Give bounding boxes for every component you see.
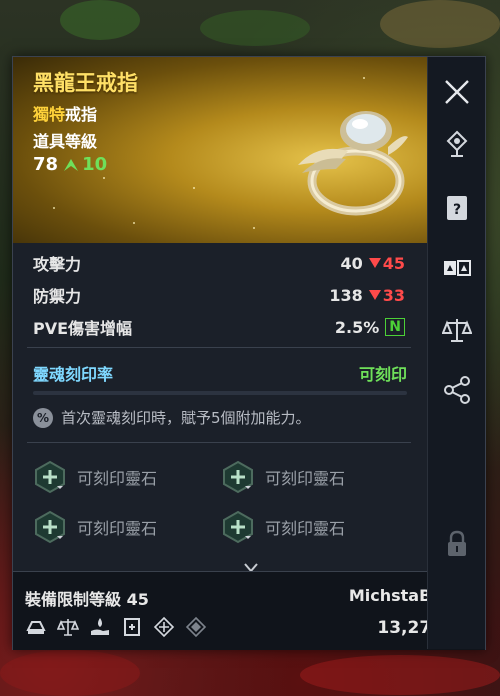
- ingot-icon: [26, 621, 46, 634]
- diamond-outline-icon: [185, 616, 207, 638]
- gem-slot[interactable]: 可刻印靈石: [33, 510, 157, 544]
- equip-level-requirement: 裝備限制等級 45: [25, 590, 149, 609]
- share-button[interactable]: [428, 365, 485, 415]
- scales-icon: [441, 319, 472, 342]
- item-name: 黑龍王戒指: [33, 71, 138, 95]
- stat-value: 2.5%: [334, 317, 380, 337]
- stat-row-attack: 攻擊力 40 45: [13, 247, 427, 279]
- tooltip-footer: 裝備限制等級 45 MichstaBeMic 13,276: [13, 571, 485, 650]
- gem-slot[interactable]: 可刻印靈石: [33, 460, 157, 494]
- gem-slot-label: 可刻印靈石: [265, 519, 346, 538]
- stat-change-value: 33: [382, 285, 405, 305]
- divider: [27, 442, 411, 443]
- background-foliage: [200, 10, 310, 46]
- soul-engrave-status: 可刻印: [358, 365, 407, 384]
- soul-engrave-info-text: 首次靈魂刻印時，賦予5個附加能力。: [61, 409, 311, 427]
- stat-change-down: 45: [368, 253, 405, 273]
- diamond-cross-icon: [153, 616, 175, 638]
- soul-engrave-info: % 首次靈魂刻印時，賦予5個附加能力。: [33, 407, 311, 428]
- item-rarity: 獨特: [33, 105, 66, 124]
- stat-name: 防禦力: [33, 287, 82, 306]
- location-pin-icon: [446, 130, 467, 157]
- gem-slot-icon: [35, 510, 65, 544]
- arrow-down-icon: [368, 258, 381, 268]
- background-flowers: [300, 655, 500, 695]
- background-flowers: [0, 650, 140, 696]
- stat-change-value: 45: [382, 253, 405, 273]
- arrow-up-icon: [64, 158, 79, 171]
- divider: [27, 347, 411, 348]
- new-stat-badge: N: [385, 318, 405, 336]
- stat-row-defense: 防禦力 138 33: [13, 279, 427, 311]
- gem-slot-icon: [223, 460, 253, 494]
- hand-drop-icon: [91, 618, 109, 635]
- soul-engrave-bar: [33, 391, 407, 395]
- gem-slot-icon: [35, 460, 65, 494]
- item-property-icons: [25, 616, 207, 638]
- item-level: 78 10: [33, 154, 107, 175]
- compare-button[interactable]: [428, 243, 485, 293]
- svg-text:?: ?: [452, 202, 460, 218]
- percent-icon: %: [33, 407, 53, 428]
- stat-row-pve-damage: PVE傷害增幅 2.5% N: [13, 311, 427, 343]
- arrow-down-icon: [368, 290, 381, 300]
- gem-slot-icon: [223, 510, 253, 544]
- item-header: 黑龍王戒指 獨特戒指 道具等級 78 10: [13, 57, 427, 243]
- close-icon: [444, 80, 469, 104]
- background-foliage: [380, 0, 500, 48]
- item-info-button[interactable]: ?: [428, 183, 485, 233]
- stat-change-down: 33: [368, 285, 405, 305]
- stat-value: 138: [329, 285, 363, 305]
- tooltip-sidebar: ?: [427, 57, 485, 649]
- stat-name: 攻擊力: [33, 255, 82, 274]
- soul-engrave-row: 靈魂刻印率 可刻印: [33, 361, 413, 385]
- locate-button[interactable]: [428, 119, 485, 169]
- item-type: 獨特戒指: [33, 101, 97, 125]
- lock-icon: [447, 530, 466, 556]
- item-level-up: 10: [64, 154, 107, 175]
- stats-section: 攻擊力 40 45 防禦力 138 33 PVE傷害增幅 2.5% N: [13, 243, 427, 343]
- background-foliage: [60, 0, 140, 40]
- item-tooltip-panel: 黑龍王戒指 獨特戒指 道具等級 78 10 攻擊力 40 45 防禦力 138 …: [12, 56, 486, 650]
- item-level-label: 道具等級: [33, 132, 98, 151]
- item-category: 戒指: [65, 105, 98, 124]
- gem-slot-label: 可刻印靈石: [265, 469, 346, 488]
- book-icon: [124, 618, 140, 636]
- gem-slot-label: 可刻印靈石: [77, 469, 158, 488]
- compare-icon: [443, 260, 471, 276]
- gem-slot[interactable]: 可刻印靈石: [221, 460, 345, 494]
- gem-slot[interactable]: 可刻印靈石: [221, 510, 345, 544]
- share-icon: [443, 376, 470, 404]
- balance-button[interactable]: [428, 305, 485, 355]
- lock-button[interactable]: [428, 519, 485, 569]
- stat-value: 40: [340, 253, 363, 273]
- close-button[interactable]: [428, 67, 485, 117]
- stat-name: PVE傷害增幅: [33, 319, 133, 338]
- gem-slot-label: 可刻印靈石: [77, 519, 158, 538]
- soul-engrave-label: 靈魂刻印率: [33, 365, 114, 384]
- scroll-icon: ?: [446, 196, 467, 220]
- item-level-value: 78: [33, 154, 59, 175]
- item-level-up-value: 10: [82, 154, 108, 175]
- scales-icon: [57, 619, 79, 636]
- ring-image: [298, 111, 408, 216]
